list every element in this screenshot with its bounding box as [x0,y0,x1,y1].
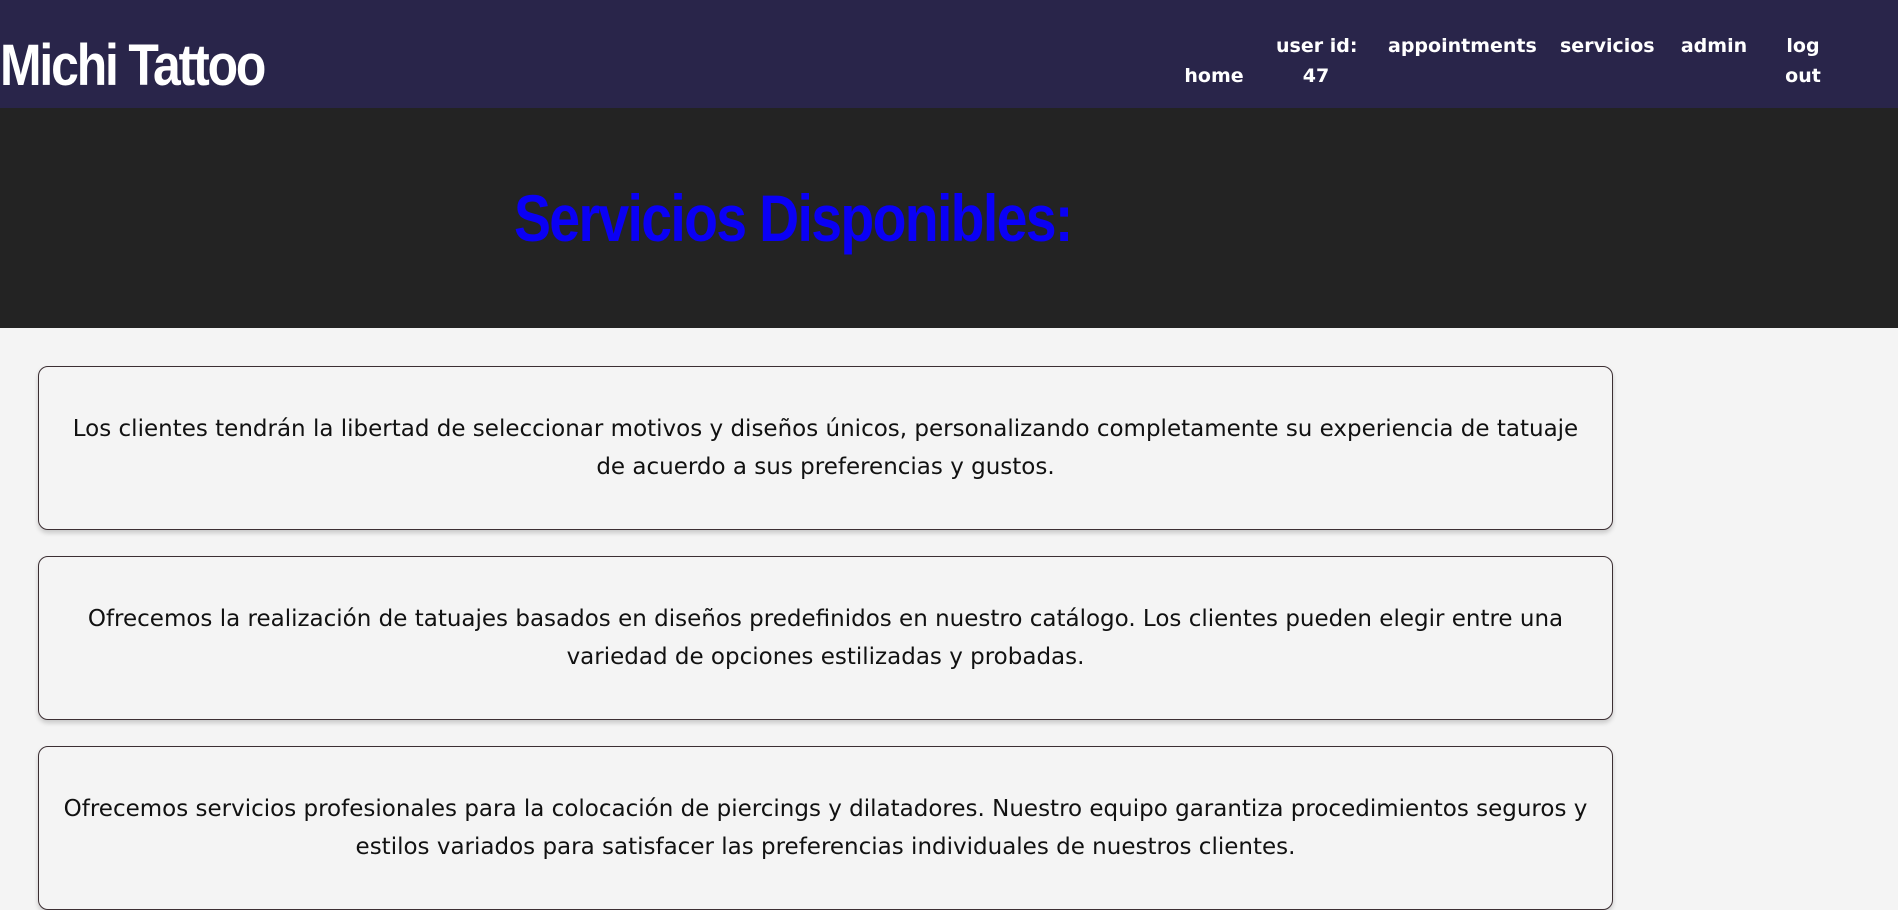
service-card: Ofrecemos servicios profesionales para l… [38,746,1613,910]
nav-link-servicios[interactable]: servicios [1560,31,1655,61]
service-description: Los clientes tendrán la libertad de sele… [72,416,1579,480]
hero-banner: Servicios Disponibles: [0,108,1898,328]
page-title: Servicios Disponibles: [514,181,1073,255]
logout-label-line2: out [1785,65,1821,87]
nav-user-id[interactable]: user id: 47 [1276,31,1358,91]
nav-link-admin[interactable]: admin [1680,31,1748,61]
nav-link-logout[interactable]: log out [1780,31,1826,91]
service-card: Ofrecemos la realización de tatuajes bas… [38,556,1613,720]
top-navbar: Michi Tattoo home user id: 47 appointmen… [0,0,1898,108]
logout-label-line1: log [1786,35,1820,57]
service-description: Ofrecemos la realización de tatuajes bas… [87,606,1564,670]
brand-logo-text[interactable]: Michi Tattoo [0,34,266,98]
service-description: Ofrecemos servicios profesionales para l… [63,796,1588,860]
nav-link-appointments[interactable]: appointments [1388,31,1537,61]
user-id-value: 47 [1302,65,1330,87]
service-card: Los clientes tendrán la libertad de sele… [38,366,1613,530]
user-id-label: user id: [1276,35,1358,57]
nav-link-home[interactable]: home [1184,61,1244,91]
